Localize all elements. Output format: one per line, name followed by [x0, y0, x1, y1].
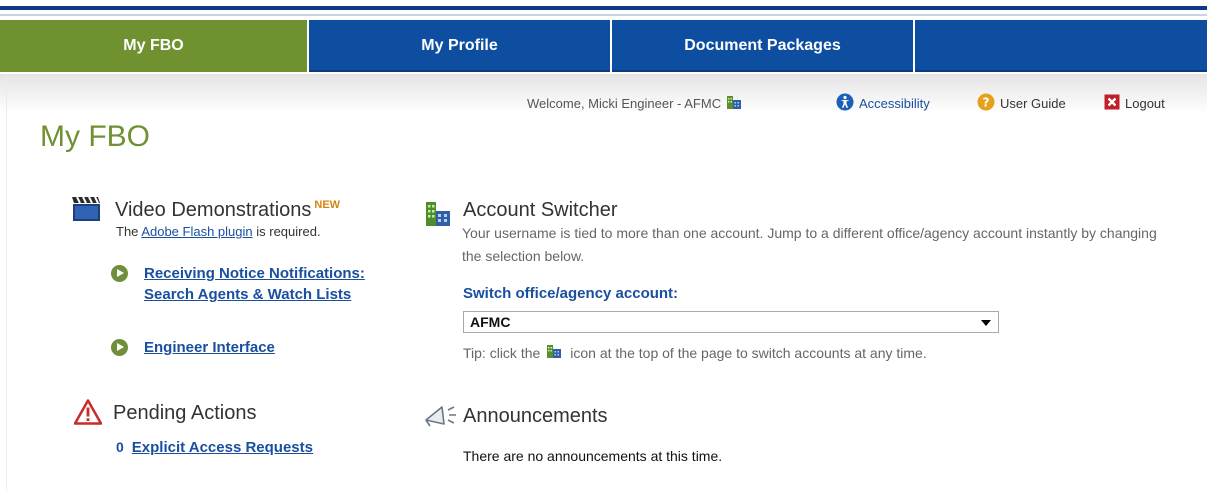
- welcome-area: Welcome, Micki Engineer - AFMC: [527, 93, 749, 113]
- video-icon: [70, 195, 102, 228]
- play-icon: [111, 339, 128, 356]
- account-select-value: AFMC: [470, 314, 511, 330]
- play-icon: [111, 265, 128, 282]
- account-switch-icon[interactable]: [726, 94, 744, 113]
- pending-actions-title: Pending Actions: [113, 402, 257, 424]
- user-guide-link[interactable]: ? User Guide: [977, 93, 1066, 113]
- video-item-receiving-notices[interactable]: Receiving Notice Notifications: Search A…: [144, 263, 384, 305]
- new-badge: NEW: [314, 199, 341, 211]
- main-nav: My FBO My Profile Document Packages: [0, 20, 1207, 72]
- video-link-receiving-notices[interactable]: Receiving Notice Notifications: Search A…: [144, 265, 365, 303]
- flash-note-prefix: The: [116, 224, 139, 239]
- accessibility-link[interactable]: Accessibility: [836, 93, 930, 113]
- switch-account-label: Switch office/agency account:: [463, 285, 679, 302]
- top-rule: [0, 0, 1207, 20]
- close-icon: [1104, 94, 1120, 113]
- account-switch-icon: [546, 343, 564, 362]
- flash-note-suffix: is required.: [256, 224, 321, 239]
- tab-document-packages[interactable]: Document Packages: [612, 20, 915, 72]
- top-rule-line-thin: [0, 14, 1207, 16]
- logout-link[interactable]: Logout: [1104, 93, 1165, 113]
- announcements-title: Announcements: [463, 405, 608, 427]
- announcements-message: There are no announcements at this time.: [463, 448, 723, 464]
- tab-empty: [915, 20, 1207, 72]
- accessibility-label: Accessibility: [859, 95, 930, 111]
- megaphone-icon: [424, 404, 458, 433]
- chevron-down-icon: [981, 320, 991, 326]
- flash-note: The Adobe Flash plugin is required.: [116, 224, 321, 239]
- user-guide-label: User Guide: [1000, 95, 1066, 111]
- tip-suffix: icon at the top of the page to switch ac…: [570, 344, 927, 361]
- warning-icon: [73, 399, 103, 430]
- account-tip: Tip: click the icon at the top of the pa…: [463, 343, 927, 362]
- logout-label: Logout: [1125, 95, 1165, 111]
- account-switcher-title: Account Switcher: [463, 199, 618, 221]
- top-rule-line: [0, 6, 1207, 10]
- account-select[interactable]: AFMC: [463, 311, 999, 333]
- video-demonstrations-title: Video Demonstrations NEW: [115, 199, 340, 222]
- tab-my-profile[interactable]: My Profile: [309, 20, 612, 72]
- page-title: My FBO: [40, 120, 150, 153]
- content-left-border: [6, 74, 7, 491]
- account-switcher-icon: [424, 200, 454, 233]
- accessibility-icon: [836, 93, 854, 114]
- tab-my-fbo[interactable]: My FBO: [0, 20, 309, 72]
- pending-count: 0: [116, 439, 124, 455]
- video-item-engineer-interface[interactable]: Engineer Interface: [144, 337, 384, 358]
- explicit-access-requests-link[interactable]: Explicit Access Requests: [132, 437, 313, 458]
- video-link-engineer-interface[interactable]: Engineer Interface: [144, 339, 275, 356]
- video-demonstrations-label: Video Demonstrations: [115, 199, 312, 221]
- pending-item: 0 Explicit Access Requests: [116, 437, 313, 458]
- welcome-text: Welcome, Micki Engineer - AFMC: [527, 95, 722, 111]
- account-switcher-description: Your username is tied to more than one a…: [462, 225, 1157, 264]
- adobe-flash-plugin-link[interactable]: Adobe Flash plugin: [141, 224, 252, 239]
- help-icon: ?: [977, 93, 995, 114]
- tip-prefix: Tip: click the: [463, 344, 541, 361]
- svg-text:?: ?: [983, 95, 990, 109]
